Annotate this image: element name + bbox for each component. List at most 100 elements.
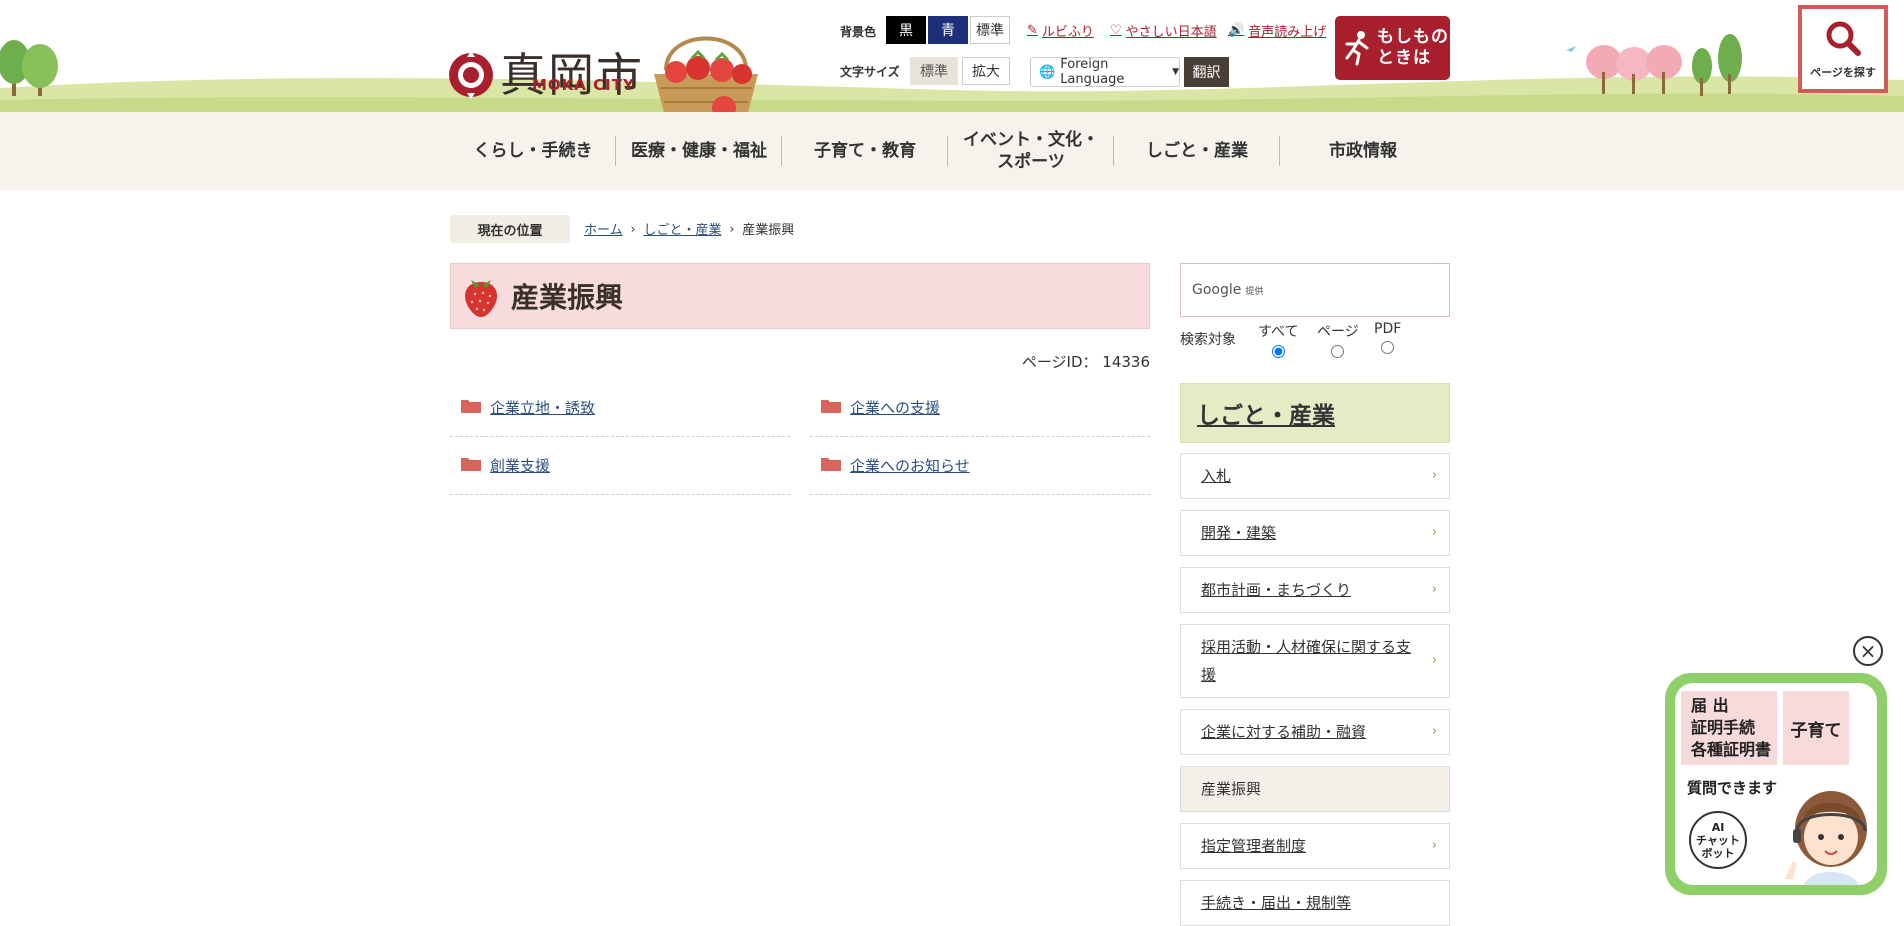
category-link-startup[interactable]: 創業支援 xyxy=(490,455,550,476)
language-select-label: Foreign Language xyxy=(1060,57,1125,87)
sidebar-item-label[interactable]: 入札 xyxy=(1201,462,1231,490)
category-link-siting[interactable]: 企業立地・誘致 xyxy=(490,397,595,418)
sidebar-section-title[interactable]: しごと・産業 xyxy=(1197,396,1335,430)
chatbot-tile1-line3: 各種証明書 xyxy=(1691,740,1772,759)
chatbot-tile1-line1: 届 出 xyxy=(1691,696,1729,715)
find-page-label: ページを探す xyxy=(1810,66,1876,79)
chatbot-close-button[interactable]: × xyxy=(1853,636,1883,666)
search-brand: Google xyxy=(1192,282,1242,298)
sidebar-item-development[interactable]: 開発・建築 › xyxy=(1180,510,1450,556)
category-link-support[interactable]: 企業への支援 xyxy=(850,397,940,418)
nav-item-city-info[interactable]: 市政情報 xyxy=(1280,112,1446,190)
folder-icon xyxy=(460,456,482,476)
sidebar-item-label: 産業振興 xyxy=(1201,780,1262,798)
site-search-input[interactable]: Google 提供 xyxy=(1180,263,1450,317)
globe-icon: 🌐 xyxy=(1039,64,1056,80)
bg-standard-button[interactable]: 標準 xyxy=(970,16,1010,44)
city-emblem-icon xyxy=(449,51,493,99)
folder-icon xyxy=(820,398,842,418)
nav-item-living[interactable]: くらし・手続き xyxy=(450,112,616,190)
nav-item-events-line2: スポーツ xyxy=(997,152,1065,172)
search-option-pdf[interactable]: PDF xyxy=(1374,321,1401,354)
category-item: 創業支援 xyxy=(450,437,790,495)
sidebar-item-label[interactable]: 企業に対する補助・融資 xyxy=(1201,718,1366,746)
sidebar-item-label[interactable]: 手続き・届出・規制等 xyxy=(1201,889,1351,917)
breadcrumb: ホーム › しごと・産業 › 産業振興 xyxy=(584,219,795,239)
nav-item-childcare[interactable]: 子育て・教育 xyxy=(782,112,948,190)
search-option-page-radio[interactable] xyxy=(1331,345,1345,358)
translate-button[interactable]: 翻訳 xyxy=(1184,57,1229,87)
chevron-right-icon: › xyxy=(729,221,735,236)
breadcrumb-current: 産業振興 xyxy=(742,223,795,238)
read-aloud-link[interactable]: 🔊 音声読み上げ xyxy=(1228,21,1326,40)
sidebar-item-bidding[interactable]: 入札 › xyxy=(1180,453,1450,499)
site-logo[interactable]: 真岡市 MOKA CITY xyxy=(448,22,776,112)
easy-japanese-link[interactable]: ♡ やさしい日本語 xyxy=(1110,21,1217,40)
page-title-box: 産業振興 xyxy=(450,263,1150,329)
breadcrumb-home[interactable]: ホーム xyxy=(584,219,623,238)
nav-item-health[interactable]: 医療・健康・福祉 xyxy=(616,112,782,190)
sidebar-item-procedures[interactable]: 手続き・届出・規制等 xyxy=(1180,880,1450,926)
font-size-label: 文字サイズ xyxy=(840,65,900,79)
chevron-right-icon: › xyxy=(1431,724,1437,739)
nav-item-events[interactable]: イベント・文化・ スポーツ xyxy=(948,112,1114,190)
search-option-pdf-label: PDF xyxy=(1374,321,1402,337)
sidebar-item-recruitment[interactable]: 採用活動・人材確保に関する支援 › xyxy=(1180,624,1450,698)
chatbot-tile-childcare: 子育て xyxy=(1783,691,1849,765)
strawberry-icon xyxy=(465,280,497,317)
read-aloud-link-label: 音声読み上げ xyxy=(1248,25,1327,40)
chevron-right-icon: › xyxy=(1431,653,1437,668)
category-item: 企業立地・誘致 xyxy=(450,379,790,437)
nav-item-work[interactable]: しごと・産業 xyxy=(1114,112,1280,190)
breadcrumb-label: 現在の位置 xyxy=(450,215,570,243)
emergency-button[interactable]: もしもの ときは xyxy=(1335,16,1450,80)
sidebar-item-label[interactable]: 開発・建築 xyxy=(1201,519,1276,547)
bg-color-label: 背景色 xyxy=(840,25,877,39)
chatbot-badge-line2: チャット xyxy=(1696,833,1740,847)
bg-black-button[interactable]: 黒 xyxy=(886,16,926,44)
bg-blue-button[interactable]: 青 xyxy=(928,16,968,44)
nav-item-events-line1: イベント・文化・ xyxy=(963,130,1099,150)
sidebar-item-industry-promotion: 産業振興 xyxy=(1180,766,1450,812)
chatbot-ai-badge: AI チャット ボット xyxy=(1689,811,1747,869)
search-brand-sub: 提供 xyxy=(1245,286,1264,297)
breadcrumb-work[interactable]: しごと・産業 xyxy=(643,219,721,238)
ruby-link-label: ルビふり xyxy=(1041,25,1094,40)
sidebar-item-label[interactable]: 指定管理者制度 xyxy=(1201,832,1306,860)
chevron-right-icon: › xyxy=(1431,525,1437,540)
search-icon xyxy=(1826,21,1861,56)
page-id: ページID： 14336 xyxy=(1021,353,1150,371)
search-option-all-label: すべて xyxy=(1258,324,1299,340)
easy-japanese-link-label: やさしい日本語 xyxy=(1125,25,1217,40)
folder-icon xyxy=(820,456,842,476)
chatbot-ask-text: 質問できます xyxy=(1683,775,1782,800)
find-page-button[interactable]: ページを探す xyxy=(1798,5,1888,93)
close-icon: × xyxy=(1859,639,1877,663)
category-link-notices[interactable]: 企業へのお知らせ xyxy=(850,455,970,476)
font-large-button[interactable]: 拡大 xyxy=(962,57,1010,85)
search-option-all-radio[interactable] xyxy=(1271,345,1285,358)
chevron-right-icon: › xyxy=(1431,838,1437,853)
font-standard-button[interactable]: 標準 xyxy=(910,57,958,85)
sidebar-item-designated-manager[interactable]: 指定管理者制度 › xyxy=(1180,823,1450,869)
chatbot-badge-line1: AI xyxy=(1711,820,1725,834)
search-option-pdf-radio[interactable] xyxy=(1381,341,1395,354)
chatbot-tile1-line2: 証明手続 xyxy=(1691,718,1756,737)
search-option-page[interactable]: ページ xyxy=(1317,321,1359,358)
strawberry-basket-icon xyxy=(654,36,758,112)
heart-icon: ♡ xyxy=(1110,23,1122,38)
chatbot-panel: 届 出 証明手続 各種証明書 子育て 質問できます AI チャット ボット xyxy=(1675,683,1877,885)
sidebar-item-label[interactable]: 都市計画・まちづくり xyxy=(1201,576,1351,604)
dropdown-arrow-icon: ▼ xyxy=(1172,67,1179,77)
chatbot-widget[interactable]: 届 出 証明手続 各種証明書 子育て 質問できます AI チャット ボット xyxy=(1665,673,1887,895)
emergency-line1: もしもの xyxy=(1377,27,1449,47)
operator-illustration xyxy=(1785,791,1867,885)
folder-icon xyxy=(460,398,482,418)
search-option-all[interactable]: すべて xyxy=(1258,321,1298,358)
sidebar-item-subsidies[interactable]: 企業に対する補助・融資 › xyxy=(1180,709,1450,755)
chevron-right-icon: › xyxy=(1431,582,1437,597)
language-select[interactable]: 🌐 Foreign Language ▼ xyxy=(1030,57,1180,87)
sidebar-item-urban-planning[interactable]: 都市計画・まちづくり › xyxy=(1180,567,1450,613)
sidebar-item-label[interactable]: 採用活動・人材確保に関する支援 xyxy=(1201,633,1419,689)
ruby-link[interactable]: ✎ ルビふり xyxy=(1027,21,1094,40)
